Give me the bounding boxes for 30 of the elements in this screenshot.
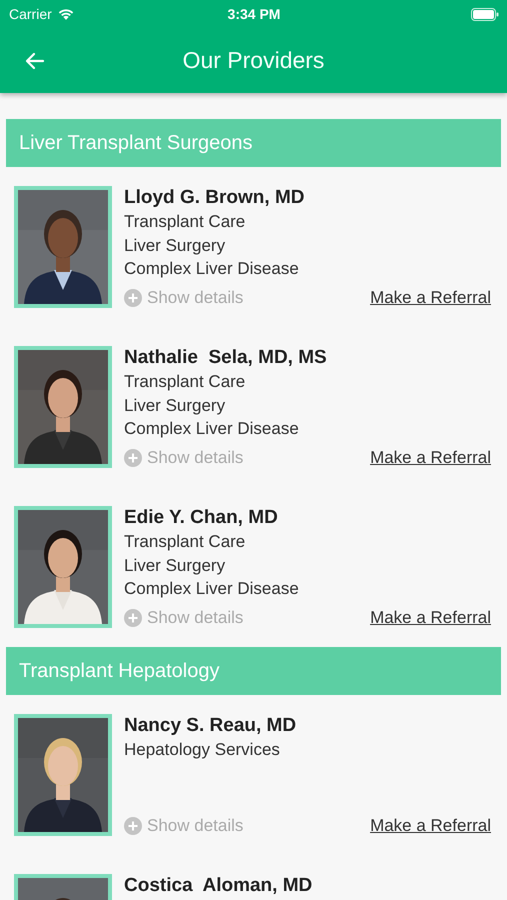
provider-name: Lloyd G. Brown, MD xyxy=(124,186,306,210)
specialty-text: Liver Surgery xyxy=(124,394,226,416)
plus-icon xyxy=(124,289,142,307)
page-title: Our Providers xyxy=(182,47,324,74)
make-referral-link[interactable]: Make a Referral xyxy=(370,288,491,308)
plus-icon xyxy=(124,817,142,835)
specialty-text: Complex Liver Disease xyxy=(124,258,300,280)
make-referral-link[interactable]: Make a Referral xyxy=(370,608,491,628)
specialty-text: Liver Surgery xyxy=(124,234,226,256)
plus-icon xyxy=(124,609,142,627)
specialty-text: Hepatology Services xyxy=(124,739,281,761)
provider-name: Nancy S. Reau, MD xyxy=(124,714,298,738)
section-header: Transplant Hepatology xyxy=(6,647,501,695)
specialty-text: Transplant Care xyxy=(124,531,246,553)
section-header: Liver Transplant Surgeons xyxy=(6,119,501,167)
specialty-text: Complex Liver Disease xyxy=(124,418,300,440)
make-referral-link[interactable]: Make a Referral xyxy=(370,448,491,468)
specialty-text: Transplant Care xyxy=(124,211,246,233)
specialty-text: Liver Surgery xyxy=(124,554,226,576)
status-time: 3:34 PM xyxy=(228,6,280,22)
battery-icon xyxy=(470,8,499,20)
provider-name: Costica Aloman, MD xyxy=(124,874,314,898)
make-referral-link[interactable]: Make a Referral xyxy=(370,816,491,836)
plus-icon xyxy=(124,449,142,467)
provider-name: Edie Y. Chan, MD xyxy=(124,506,279,530)
specialty-text: Complex Liver Disease xyxy=(124,578,300,600)
carrier-label: Carrier xyxy=(9,6,52,22)
provider-name: Nathalie Sela, MD, MS xyxy=(124,346,328,370)
wifi-icon xyxy=(56,8,75,20)
specialty-text: Transplant Care xyxy=(124,371,246,393)
